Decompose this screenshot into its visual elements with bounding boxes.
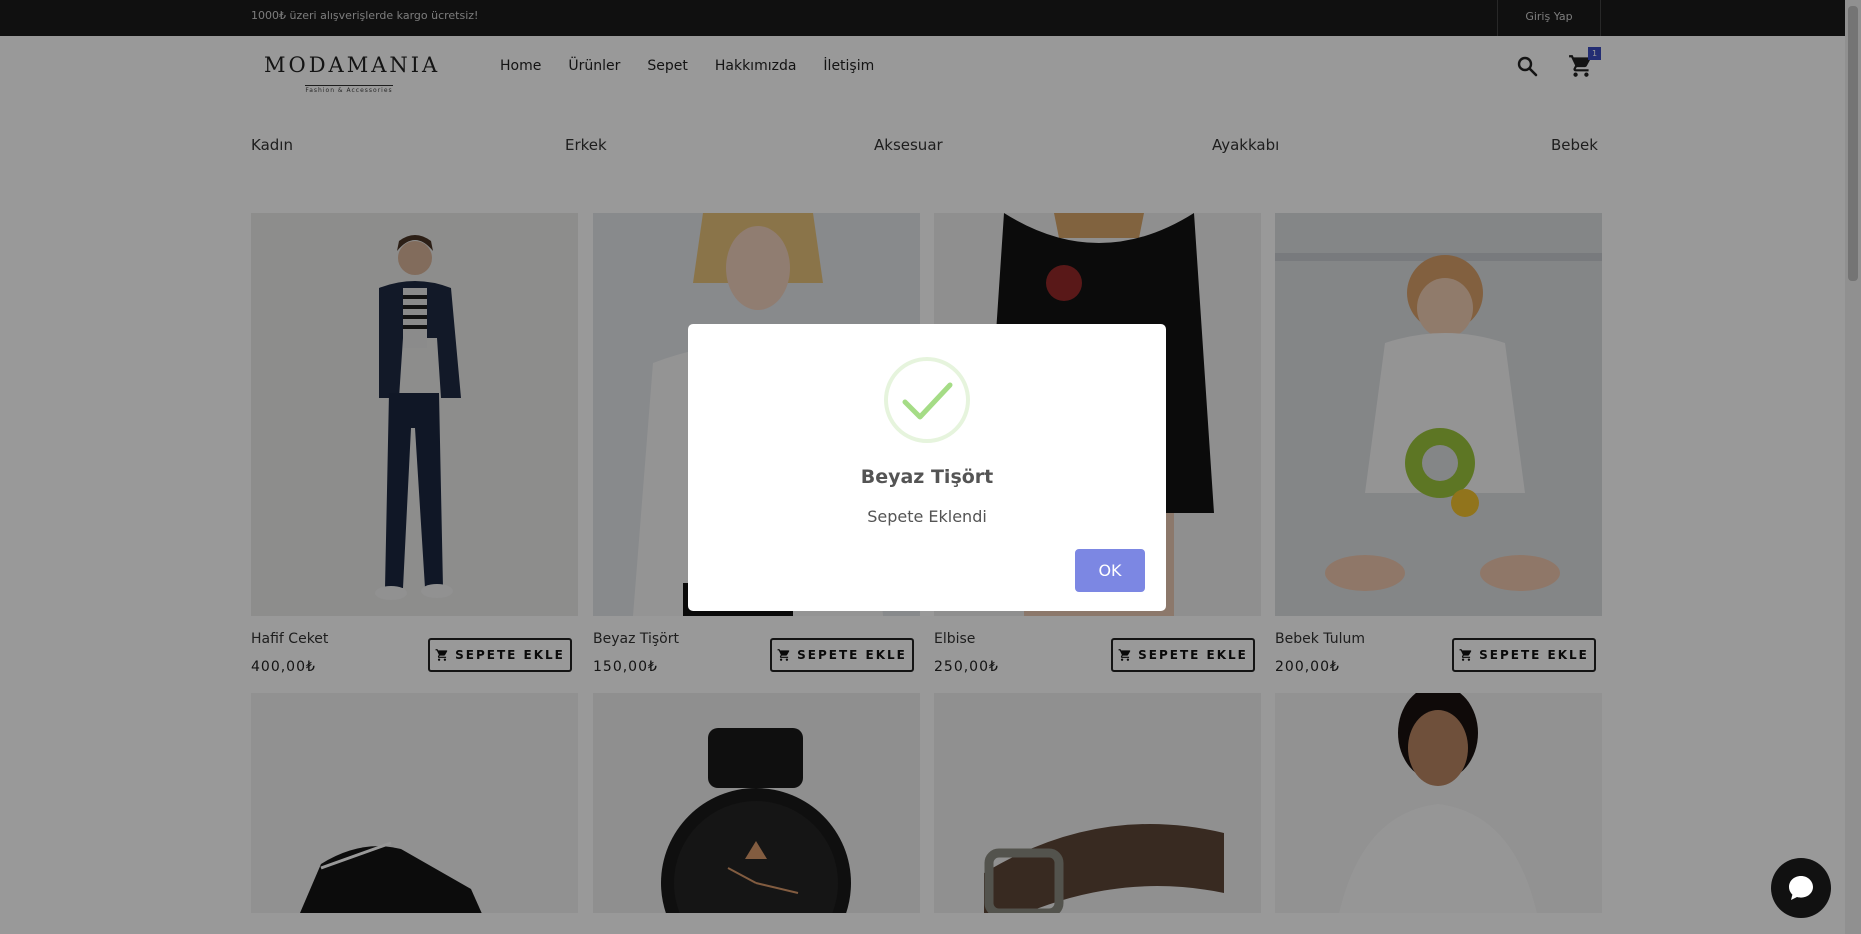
dialog-message: Sepete Eklendi (867, 507, 987, 526)
chat-widget-button[interactable] (1771, 858, 1831, 918)
ok-button[interactable]: OK (1075, 549, 1145, 592)
chat-bubble-icon (1789, 876, 1813, 900)
dialog-title: Beyaz Tişört (860, 466, 994, 488)
added-to-cart-dialog: Beyaz Tişört Sepete Eklendi OK (688, 324, 1166, 611)
success-check-icon (883, 356, 971, 444)
